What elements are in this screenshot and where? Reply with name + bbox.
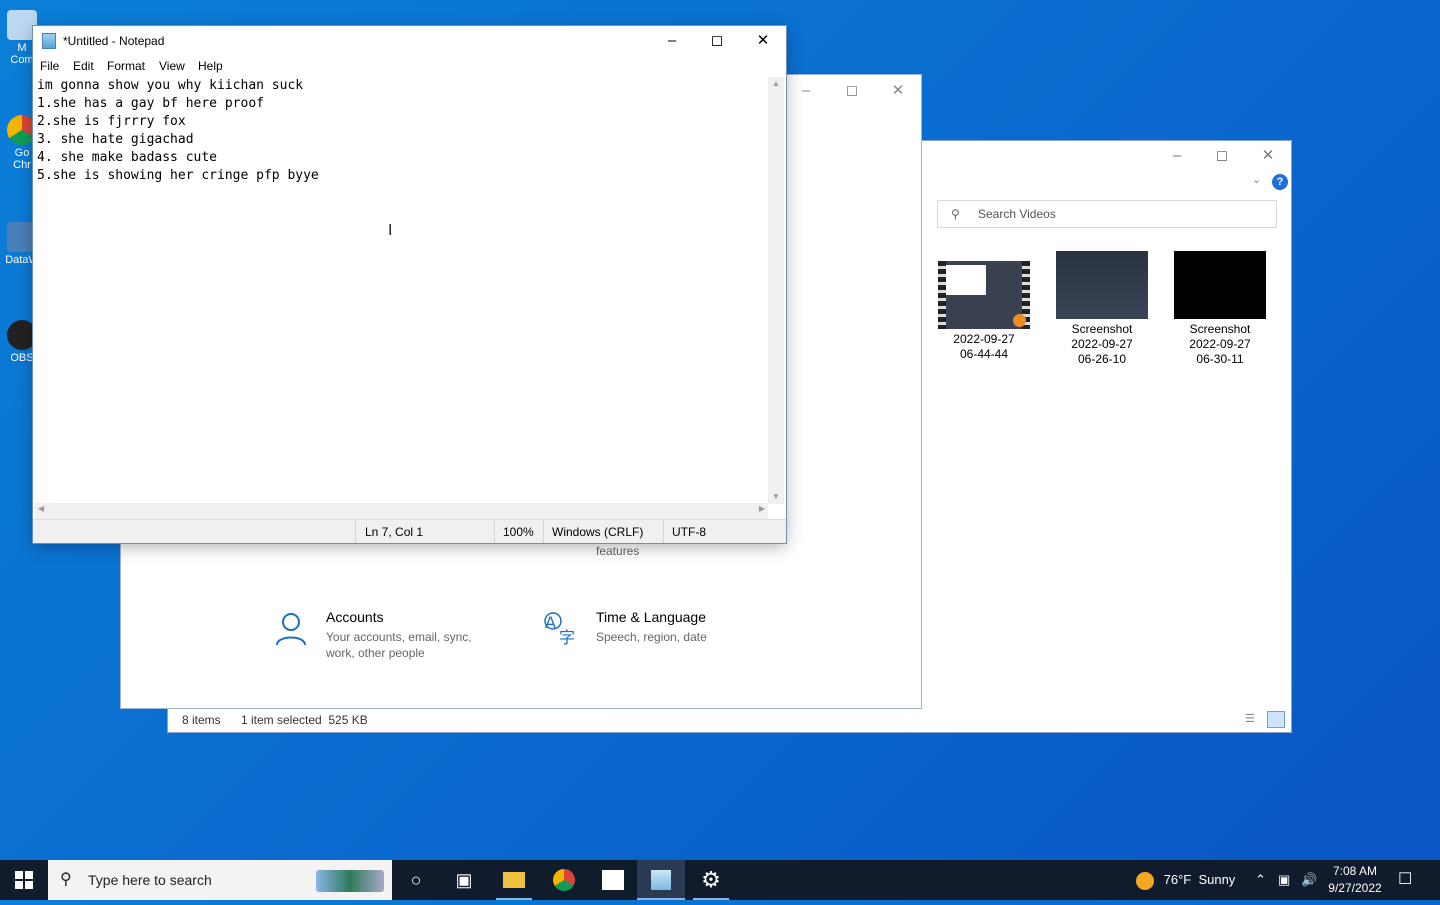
clock-time: 7:08 AM xyxy=(1332,864,1378,878)
menu-format[interactable]: Format xyxy=(107,59,145,73)
chevron-up-icon: ⌃ xyxy=(1255,872,1266,887)
zoom-level: 100% xyxy=(503,525,534,539)
settings-item-time-language[interactable]: A字 Time & Language Speech, region, date xyxy=(543,609,707,647)
file-name: Screenshot 2022-09-27 06-26-10 xyxy=(1071,322,1133,366)
horizontal-scrollbar[interactable]: ◀ ▶ xyxy=(35,503,768,519)
notepad-icon xyxy=(651,870,671,890)
search-icon: ⚲ xyxy=(60,871,72,888)
file-name: Screenshot 2022-09-27 06-30-11 xyxy=(1189,322,1251,366)
folder-icon xyxy=(503,872,525,888)
search-placeholder: Search Videos xyxy=(978,207,1056,221)
close-button[interactable]: ✕ xyxy=(875,79,921,103)
chrome-taskbar-button[interactable] xyxy=(540,860,588,900)
explorer-status-bar: 8 items 1 item selected 525 KB ☰ xyxy=(168,708,1291,732)
network-icon[interactable]: ▣ xyxy=(1278,860,1290,900)
details-view-icon[interactable]: ☰ xyxy=(1245,713,1261,726)
settings-item-desc: Speech, region, date xyxy=(596,630,707,644)
minimize-button[interactable]: – xyxy=(1154,145,1200,167)
encoding: UTF-8 xyxy=(672,525,706,539)
search-highlight-image xyxy=(316,870,384,892)
store-icon xyxy=(602,870,624,890)
menu-help[interactable]: Help xyxy=(198,59,223,73)
search-icon: ⚲ xyxy=(951,207,960,221)
settings-item-desc: features xyxy=(596,544,640,558)
scroll-right-icon[interactable]: ▶ xyxy=(759,504,765,513)
line-ending: Windows (CRLF) xyxy=(552,525,644,539)
settings-taskbar-button[interactable]: ⚙ xyxy=(687,860,735,900)
circle-icon: ○ xyxy=(410,870,422,890)
taskbar: ⚲ Type here to search ○ ▣ ⚙ 76°F Sunny ⌃… xyxy=(0,860,1440,900)
cortana-button[interactable]: ○ xyxy=(392,860,440,900)
taskbar-search-box[interactable]: ⚲ Type here to search xyxy=(48,860,392,900)
weather-widget[interactable]: 76°F Sunny xyxy=(1136,860,1235,900)
file-explorer-taskbar-button[interactable] xyxy=(490,860,538,900)
notepad-title-bar[interactable]: *Untitled - Notepad – ◻ ✕ xyxy=(33,26,786,56)
menu-view[interactable]: View xyxy=(159,59,185,73)
person-icon xyxy=(273,611,309,647)
scroll-down-icon[interactable]: ▼ xyxy=(768,490,784,504)
minimize-button[interactable]: – xyxy=(783,79,829,103)
notepad-icon xyxy=(42,33,56,49)
file-item[interactable]: Screenshot 2022-09-27 06-26-10 xyxy=(1047,251,1157,367)
menu-file[interactable]: File xyxy=(40,59,59,73)
menu-edit[interactable]: Edit xyxy=(73,59,94,73)
search-placeholder: Type here to search xyxy=(88,872,212,888)
chrome-icon xyxy=(553,869,575,891)
scroll-up-icon[interactable]: ▲ xyxy=(768,77,784,91)
notepad-status-bar: Ln 7, Col 1 100% Windows (CRLF) UTF-8 xyxy=(33,519,786,543)
settings-item-title: Time & Language xyxy=(596,609,706,625)
image-thumbnail xyxy=(1174,251,1266,319)
vertical-scrollbar[interactable]: ▲ ▼ xyxy=(768,77,784,504)
minimize-button[interactable]: – xyxy=(649,26,695,56)
clock[interactable]: 7:08 AM 9/27/2022 xyxy=(1325,860,1385,903)
svg-text:字: 字 xyxy=(559,628,575,647)
chevron-down-icon[interactable]: ⌄ xyxy=(1252,173,1261,186)
scroll-left-icon[interactable]: ◀ xyxy=(38,504,44,513)
volume-icon[interactable]: 🔊 xyxy=(1301,860,1317,900)
help-icon[interactable]: ? xyxy=(1272,174,1288,190)
video-thumbnail xyxy=(938,261,1030,329)
show-hidden-icons-button[interactable]: ⌃ xyxy=(1255,860,1266,900)
menu-bar: File Edit Format View Help xyxy=(33,56,786,76)
settings-item-accounts[interactable]: Accounts Your accounts, email, sync, wor… xyxy=(273,609,472,661)
maximize-button[interactable]: ◻ xyxy=(829,79,875,103)
start-button[interactable] xyxy=(0,860,48,900)
notifications-icon[interactable]: ☐ xyxy=(1398,860,1412,900)
selection-info: 1 item selected 525 KB xyxy=(241,713,368,727)
search-videos-input[interactable]: ⚲ Search Videos xyxy=(937,200,1277,228)
gear-icon: ⚙ xyxy=(701,867,721,892)
item-count: 8 items xyxy=(182,713,221,727)
notepad-window[interactable]: *Untitled - Notepad – ◻ ✕ File Edit Form… xyxy=(33,26,786,543)
maximize-button[interactable]: ◻ xyxy=(694,26,740,56)
file-name: 2022-09-27 06-44-44 xyxy=(953,332,1015,361)
file-item[interactable]: Screenshot 2022-09-27 06-30-11 xyxy=(1165,251,1275,367)
sun-icon xyxy=(1136,871,1154,890)
play-icon xyxy=(1013,314,1026,327)
maximize-button[interactable]: ◻ xyxy=(1199,145,1245,167)
close-button[interactable]: ✕ xyxy=(1245,145,1291,167)
window-title: *Untitled - Notepad xyxy=(63,34,165,48)
task-view-button[interactable]: ▣ xyxy=(440,860,488,900)
task-view-icon: ▣ xyxy=(455,870,473,890)
settings-item-desc: Your accounts, email, sync, work, other … xyxy=(326,630,472,660)
large-icons-view-icon[interactable] xyxy=(1267,711,1285,728)
cursor-position: Ln 7, Col 1 xyxy=(365,525,424,539)
notepad-taskbar-button[interactable] xyxy=(637,860,685,900)
settings-item-title: Accounts xyxy=(326,609,384,625)
file-item[interactable]: 2022-09-27 06-44-44 xyxy=(929,261,1039,362)
language-icon: A字 xyxy=(543,611,579,647)
close-button[interactable]: ✕ xyxy=(740,26,786,56)
weather-text: 76°F Sunny xyxy=(1163,872,1236,887)
image-thumbnail xyxy=(1056,251,1148,319)
text-cursor-icon: I xyxy=(388,222,393,239)
clock-date: 9/27/2022 xyxy=(1328,881,1382,895)
text-editor[interactable]: im gonna show you why kiichan suck 1.she… xyxy=(37,77,767,497)
windows-icon xyxy=(15,871,33,889)
store-taskbar-button[interactable] xyxy=(589,860,637,900)
